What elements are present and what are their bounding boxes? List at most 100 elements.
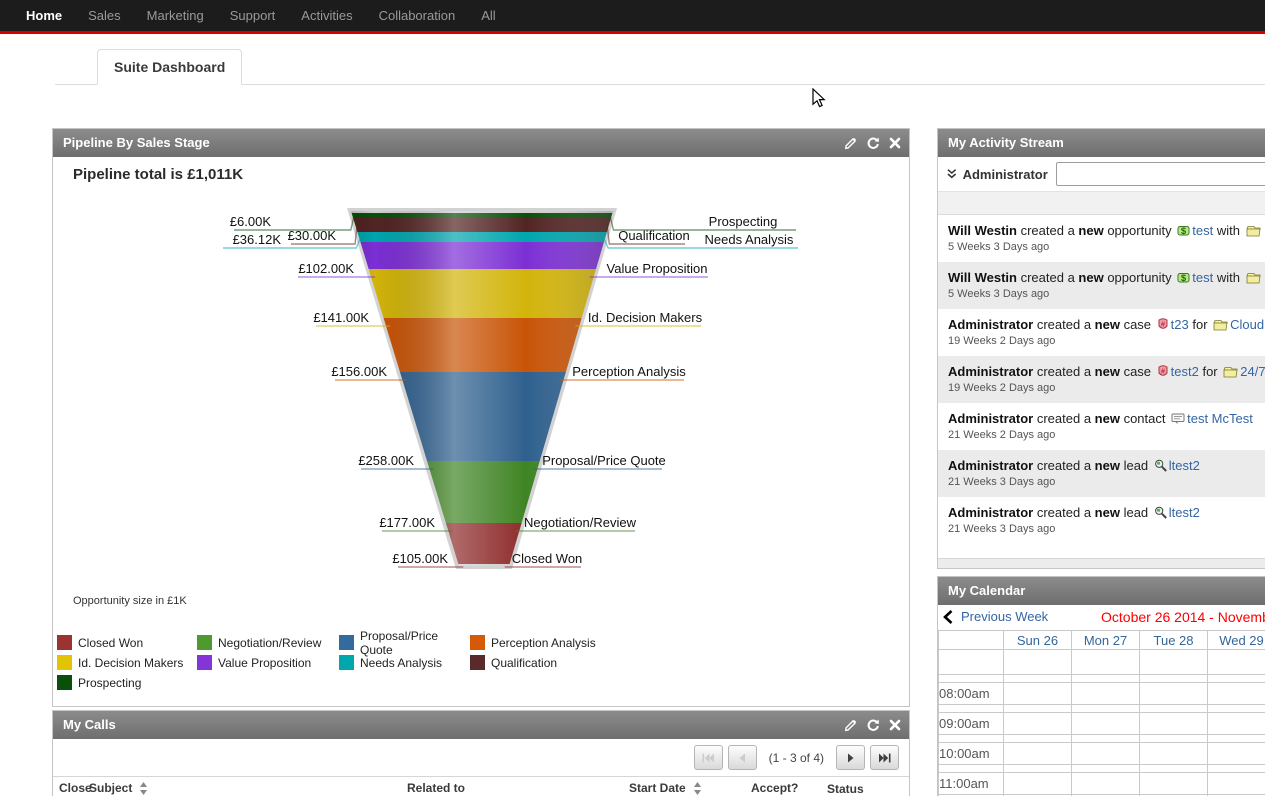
activity-item-text: Administrator created a new lead ltest2 [948,457,1265,474]
sort-icon[interactable] [140,782,147,795]
funnel-stage-label: Proposal/Price Quote [542,453,666,468]
calendar-slot-half[interactable] [1208,735,1265,743]
close-icon[interactable] [888,718,902,732]
calendar-slot[interactable] [1140,650,1208,675]
calendar-slot-half[interactable] [1072,765,1140,773]
legend-item: Value Proposition [197,655,339,670]
sort-icon[interactable] [694,782,701,795]
nav-item-collaboration[interactable]: Collaboration [366,0,469,31]
edit-icon[interactable] [843,136,858,151]
calendar-slot-half[interactable] [1208,675,1265,683]
nav-item-marketing[interactable]: Marketing [134,0,217,31]
activity-link[interactable]: test2 [1171,364,1199,379]
first-page-button[interactable] [694,745,723,770]
last-page-button[interactable] [870,745,899,770]
nav-item-activities[interactable]: Activities [288,0,365,31]
calendar-slot[interactable] [1004,650,1072,675]
funnel-stage-label: Prospecting [709,214,778,229]
legend-item: Needs Analysis [339,655,470,670]
calls-column-accept-: Accept? [751,782,827,796]
activity-timestamp: 21 Weeks 3 Days ago [948,476,1265,488]
refresh-icon[interactable] [865,136,881,151]
calendar-time-label: 09:00am [939,713,1004,735]
next-page-button[interactable] [836,745,865,770]
calendar-slot-half[interactable] [1208,765,1265,773]
calendar-slot-half[interactable] [1140,675,1208,683]
calendar-slot-half[interactable] [939,675,1004,683]
calendar-slot[interactable] [1004,743,1072,765]
activity-link[interactable]: t23 [1171,317,1189,332]
legend-swatch [57,655,72,670]
nav-item-sales[interactable]: Sales [75,0,134,31]
activity-link[interactable]: 24/7 Couriers [1240,364,1265,379]
calendar-slot[interactable] [1140,773,1208,795]
calendar-slot[interactable] [1140,743,1208,765]
close-icon[interactable] [888,136,902,150]
calendar-slot-half[interactable] [1004,765,1072,773]
calendar-slot-half[interactable] [1140,705,1208,713]
calendar-date-range: October 26 2014 - November 01 2014 [1101,609,1265,625]
svg-text:$: $ [1181,226,1187,237]
nav-item-all[interactable]: All [468,0,508,31]
calendar-slot-half[interactable] [1072,705,1140,713]
activity-post-input[interactable] [1056,162,1265,186]
calendar-slot[interactable] [1004,773,1072,795]
calendar-slot[interactable] [1004,683,1072,705]
calendar-slot-half[interactable] [939,705,1004,713]
calendar-slot[interactable] [1072,743,1140,765]
calendar-slot-half[interactable] [939,765,1004,773]
activity-link[interactable]: ltest2 [1169,505,1200,520]
calendar-slot-half[interactable] [1072,735,1140,743]
activity-link[interactable]: test [1192,223,1213,238]
chevron-double-down-icon[interactable] [946,168,958,180]
calendar-day-header[interactable]: Tue 28 [1140,631,1208,650]
calendar-slot-half[interactable] [1004,675,1072,683]
calendar-slot[interactable] [1140,683,1208,705]
svg-text:#: # [1161,369,1165,376]
calendar-slot[interactable] [1004,713,1072,735]
mouse-cursor [812,88,827,109]
chevron-left-icon [943,610,953,624]
calls-column-subject[interactable]: Subject [89,782,407,796]
activity-item: Will Westin created a new opportunity $t… [938,215,1265,262]
activity-link[interactable]: test McTest [1187,411,1253,426]
refresh-icon[interactable] [865,718,881,733]
calendar-slot-half[interactable] [1140,735,1208,743]
nav-item-support[interactable]: Support [217,0,289,31]
calls-column-status[interactable]: Status [827,782,897,796]
calendar-slot[interactable] [1208,713,1265,735]
calendar-slot-half[interactable] [1140,765,1208,773]
calendar-slot[interactable] [1072,773,1140,795]
tab-suite-dashboard[interactable]: Suite Dashboard [97,49,242,85]
calendar-slot-half[interactable] [1004,705,1072,713]
calendar-slot[interactable] [1072,713,1140,735]
edit-icon[interactable] [843,718,858,733]
nav-item-home[interactable]: Home [13,0,75,31]
calendar-day-header[interactable]: Wed 29 [1208,631,1265,650]
calendar-slot[interactable] [1208,773,1265,795]
calendar-day-header[interactable]: Sun 26 [1004,631,1072,650]
activity-link[interactable]: test [1192,270,1213,285]
calendar-slot-half[interactable] [1004,735,1072,743]
prev-page-button[interactable] [728,745,757,770]
activity-link[interactable]: ltest2 [1169,458,1200,473]
calendar-slot[interactable] [1208,743,1265,765]
calendar-slot[interactable] [1140,713,1208,735]
calendar-slot-half[interactable] [939,735,1004,743]
activity-list: Will Westin created a new opportunity $t… [938,215,1265,544]
calendar-slot[interactable] [1072,683,1140,705]
calendar-slot-half[interactable] [1208,705,1265,713]
calendar-slot-half[interactable] [1072,675,1140,683]
calendar-slot[interactable] [1208,650,1265,675]
activity-timestamp: 5 Weeks 3 Days ago [948,241,1265,253]
calendar-slot[interactable] [1208,683,1265,705]
funnel-value-label: £156.00K [331,364,387,379]
calls-column-start-date[interactable]: Start Date [629,782,751,796]
previous-week-link[interactable]: Previous Week [943,609,1048,624]
calendar-day-header[interactable]: Mon 27 [1072,631,1140,650]
pagination-label: (1 - 3 of 4) [769,751,824,765]
calendar-time-label: 11:00am [939,773,1004,795]
legend-label: Negotiation/Review [218,636,321,650]
activity-link[interactable]: Cloud Cover Trust [1230,317,1265,332]
calendar-slot[interactable] [1072,650,1140,675]
